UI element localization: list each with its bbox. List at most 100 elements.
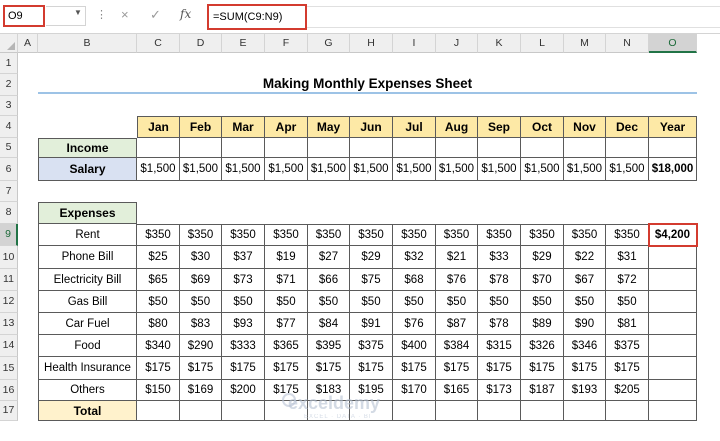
expense-value[interactable]: $73	[222, 269, 265, 291]
expense-value[interactable]: $175	[350, 357, 393, 380]
expense-label[interactable]: Electricity Bill	[38, 269, 137, 291]
expense-value[interactable]: $193	[564, 380, 606, 401]
expense-value[interactable]: $27	[308, 246, 350, 269]
expense-value[interactable]: $175	[564, 357, 606, 380]
expense-value[interactable]: $350	[521, 224, 564, 246]
row-header-10[interactable]: 10	[0, 246, 18, 269]
salary-value-feb[interactable]: $1,500	[180, 158, 222, 181]
expense-value[interactable]: $83	[180, 313, 222, 335]
expense-value[interactable]: $72	[606, 269, 649, 291]
expense-value[interactable]: $78	[478, 313, 521, 335]
expense-value[interactable]: $65	[137, 269, 180, 291]
expense-label[interactable]: Health Insurance	[38, 357, 137, 380]
expense-value[interactable]: $90	[564, 313, 606, 335]
expense-value[interactable]: $89	[521, 313, 564, 335]
expense-year-total[interactable]	[649, 313, 697, 335]
expense-value[interactable]: $205	[606, 380, 649, 401]
expense-value[interactable]: $395	[308, 335, 350, 357]
expense-value[interactable]: $173	[478, 380, 521, 401]
row-header-14[interactable]: 14	[0, 335, 18, 357]
income-empty-cell[interactable]	[308, 138, 350, 158]
year-header[interactable]: Year	[649, 116, 697, 138]
total-empty-cell[interactable]	[137, 401, 180, 421]
month-header-sep[interactable]: Sep	[478, 116, 521, 138]
expense-value[interactable]: $175	[393, 357, 436, 380]
expense-value[interactable]: $384	[436, 335, 478, 357]
income-empty-cell[interactable]	[180, 138, 222, 158]
expense-year-total[interactable]	[649, 357, 697, 380]
total-empty-cell[interactable]	[436, 401, 478, 421]
income-empty-cell[interactable]	[350, 138, 393, 158]
month-header-dec[interactable]: Dec	[606, 116, 649, 138]
total-empty-cell[interactable]	[180, 401, 222, 421]
salary-value-may[interactable]: $1,500	[308, 158, 350, 181]
expense-value[interactable]: $346	[564, 335, 606, 357]
column-header-c[interactable]: C	[137, 34, 180, 53]
income-empty-cell[interactable]	[564, 138, 606, 158]
total-empty-cell[interactable]	[521, 401, 564, 421]
chevron-down-icon[interactable]: ▼	[74, 8, 82, 17]
expense-value[interactable]: $68	[393, 269, 436, 291]
month-header-may[interactable]: May	[308, 116, 350, 138]
expense-value[interactable]: $175	[521, 357, 564, 380]
expense-value[interactable]: $50	[180, 291, 222, 313]
month-header-mar[interactable]: Mar	[222, 116, 265, 138]
income-empty-cell[interactable]	[436, 138, 478, 158]
expense-value[interactable]: $32	[393, 246, 436, 269]
column-header-o[interactable]: O	[649, 34, 697, 53]
expense-value[interactable]: $29	[350, 246, 393, 269]
income-empty-cell[interactable]	[265, 138, 308, 158]
expense-value[interactable]: $50	[350, 291, 393, 313]
expense-value[interactable]: $50	[393, 291, 436, 313]
expense-value[interactable]: $350	[350, 224, 393, 246]
month-header-aug[interactable]: Aug	[436, 116, 478, 138]
expense-value[interactable]: $93	[222, 313, 265, 335]
expense-value[interactable]: $175	[222, 357, 265, 380]
expense-value[interactable]: $50	[137, 291, 180, 313]
total-empty-cell[interactable]	[606, 401, 649, 421]
expense-value[interactable]: $350	[265, 224, 308, 246]
expense-value[interactable]: $37	[222, 246, 265, 269]
expense-value[interactable]: $81	[606, 313, 649, 335]
select-all-button[interactable]	[0, 34, 18, 53]
expense-value[interactable]: $91	[350, 313, 393, 335]
row-header-17[interactable]: 17	[0, 401, 18, 421]
expense-value[interactable]: $21	[436, 246, 478, 269]
expense-value[interactable]: $340	[137, 335, 180, 357]
income-empty-cell[interactable]	[137, 138, 180, 158]
expense-value[interactable]: $375	[350, 335, 393, 357]
expense-label[interactable]: Phone Bill	[38, 246, 137, 269]
expense-value[interactable]: $50	[564, 291, 606, 313]
expense-value[interactable]: $170	[393, 380, 436, 401]
expense-value[interactable]: $87	[436, 313, 478, 335]
expense-value[interactable]: $50	[436, 291, 478, 313]
row-header-6[interactable]: 6	[0, 158, 18, 181]
expense-value[interactable]: $30	[180, 246, 222, 269]
expense-value[interactable]: $50	[222, 291, 265, 313]
formula-input[interactable]: =SUM(C9:N9)	[207, 4, 307, 30]
expense-label[interactable]: Car Fuel	[38, 313, 137, 335]
name-box[interactable]: O9	[3, 5, 45, 27]
column-header-i[interactable]: I	[393, 34, 436, 53]
column-header-g[interactable]: G	[308, 34, 350, 53]
expense-value[interactable]: $350	[393, 224, 436, 246]
total-empty-cell[interactable]	[393, 401, 436, 421]
salary-year-total[interactable]: $18,000	[649, 158, 697, 181]
month-header-jan[interactable]: Jan	[137, 116, 180, 138]
salary-value-sep[interactable]: $1,500	[478, 158, 521, 181]
expense-value[interactable]: $69	[180, 269, 222, 291]
income-empty-cell[interactable]	[649, 138, 697, 158]
income-empty-cell[interactable]	[521, 138, 564, 158]
expense-value[interactable]: $78	[478, 269, 521, 291]
expense-value[interactable]: $50	[478, 291, 521, 313]
salary-value-oct[interactable]: $1,500	[521, 158, 564, 181]
salary-value-aug[interactable]: $1,500	[436, 158, 478, 181]
row-header-5[interactable]: 5	[0, 138, 18, 158]
row-header-9[interactable]: 9	[0, 224, 18, 246]
column-header-j[interactable]: J	[436, 34, 478, 53]
expense-label[interactable]: Rent	[38, 224, 137, 246]
expense-value[interactable]: $19	[265, 246, 308, 269]
expense-value[interactable]: $25	[137, 246, 180, 269]
salary-value-dec[interactable]: $1,500	[606, 158, 649, 181]
expense-value[interactable]: $175	[478, 357, 521, 380]
